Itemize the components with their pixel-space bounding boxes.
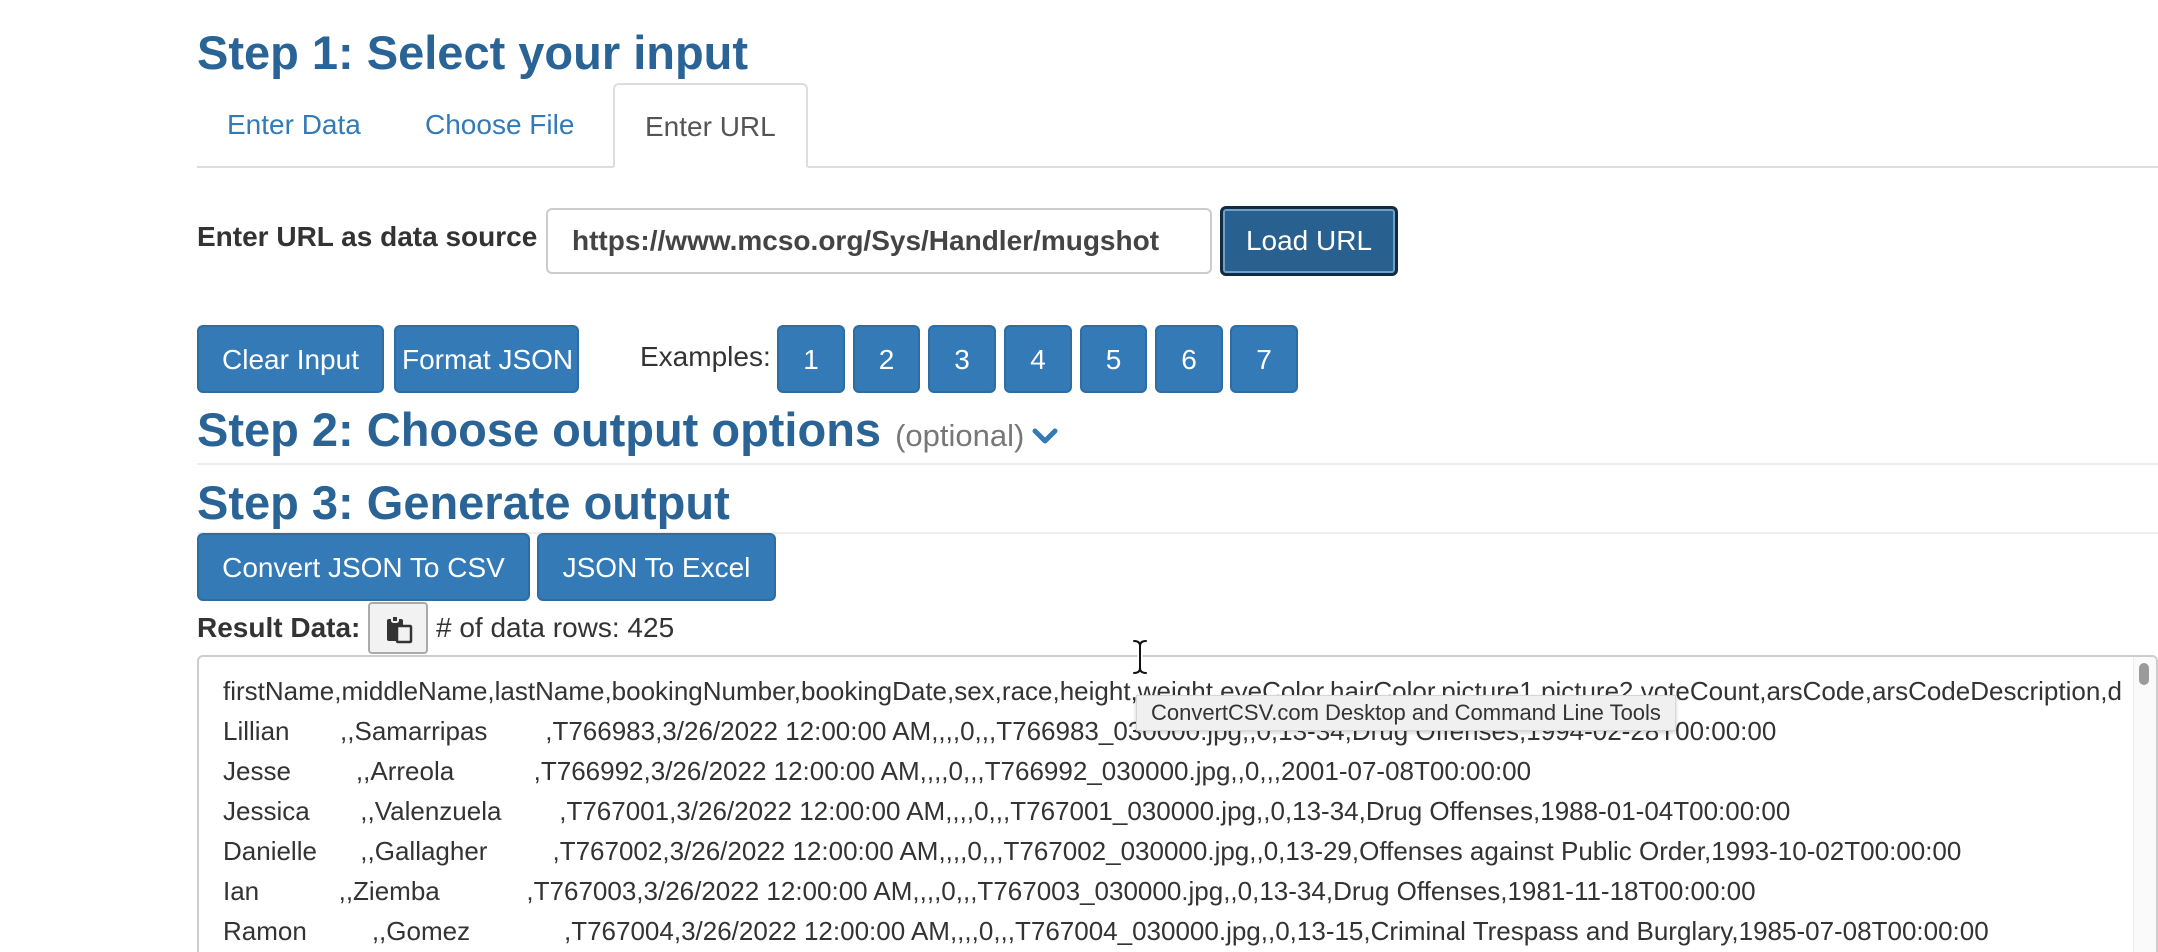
url-input[interactable]: [546, 208, 1212, 274]
examples-label: Examples:: [640, 341, 771, 372]
result-line: Ian ,,Ziemba ,T767003,3/26/2022 12:00:00…: [223, 876, 1756, 906]
clipboard-icon: [387, 615, 413, 644]
example-1-button[interactable]: 1: [777, 325, 845, 393]
tooltip: ConvertCSV.com Desktop and Command Line …: [1136, 695, 1676, 731]
result-line: Ramon ,,Gomez ,T767004,3/26/2022 12:00:0…: [223, 916, 1989, 946]
step2-heading[interactable]: Step 2: Choose output options (optional): [197, 406, 1058, 457]
data-rows-count: # of data rows: 425: [436, 612, 675, 643]
tab-enter-data[interactable]: Enter Data: [197, 83, 391, 166]
result-line: Jesse ,,Arreola ,T766992,3/26/2022 12:00…: [223, 756, 1532, 786]
load-url-button[interactable]: Load URL: [1220, 206, 1398, 276]
divider: [197, 463, 2158, 465]
format-json-button[interactable]: Format JSON: [394, 325, 579, 393]
optional-label: (optional): [895, 418, 1025, 453]
example-5-button[interactable]: 5: [1080, 325, 1147, 393]
result-line: Jessica ,,Valenzuela ,T767001,3/26/2022 …: [223, 796, 1791, 826]
text-cursor-icon: [1129, 638, 1151, 681]
copy-to-clipboard-button[interactable]: [368, 602, 428, 654]
convert-json-to-csv-button[interactable]: Convert JSON To CSV: [197, 533, 530, 601]
result-data-label: Result Data:: [197, 612, 361, 643]
example-3-button[interactable]: 3: [928, 325, 996, 393]
page: Step 1: Select your input Enter Data Cho…: [0, 0, 2158, 952]
step1-heading: Step 1: Select your input: [197, 26, 749, 79]
tab-choose-file[interactable]: Choose File: [395, 83, 604, 166]
tab-enter-url[interactable]: Enter URL: [613, 83, 808, 168]
clear-input-button[interactable]: Clear Input: [197, 325, 384, 393]
url-label: Enter URL as data source: [197, 221, 538, 252]
example-2-button[interactable]: 2: [853, 325, 920, 393]
json-to-excel-button[interactable]: JSON To Excel: [537, 533, 776, 601]
example-7-button[interactable]: 7: [1230, 325, 1298, 393]
input-tabs: Enter Data Choose File Enter URL: [197, 83, 2158, 168]
vertical-scrollbar[interactable]: [2133, 657, 2156, 952]
result-line: Danielle ,,Gallagher ,T767002,3/26/2022 …: [223, 836, 1962, 866]
scrollbar-thumb[interactable]: [2139, 663, 2149, 685]
chevron-down-icon[interactable]: [1032, 406, 1058, 453]
example-4-button[interactable]: 4: [1004, 325, 1072, 393]
example-6-button[interactable]: 6: [1155, 325, 1223, 393]
step3-heading: Step 3: Generate output: [197, 476, 730, 529]
step2-title: Step 2: Choose output options: [197, 403, 882, 456]
